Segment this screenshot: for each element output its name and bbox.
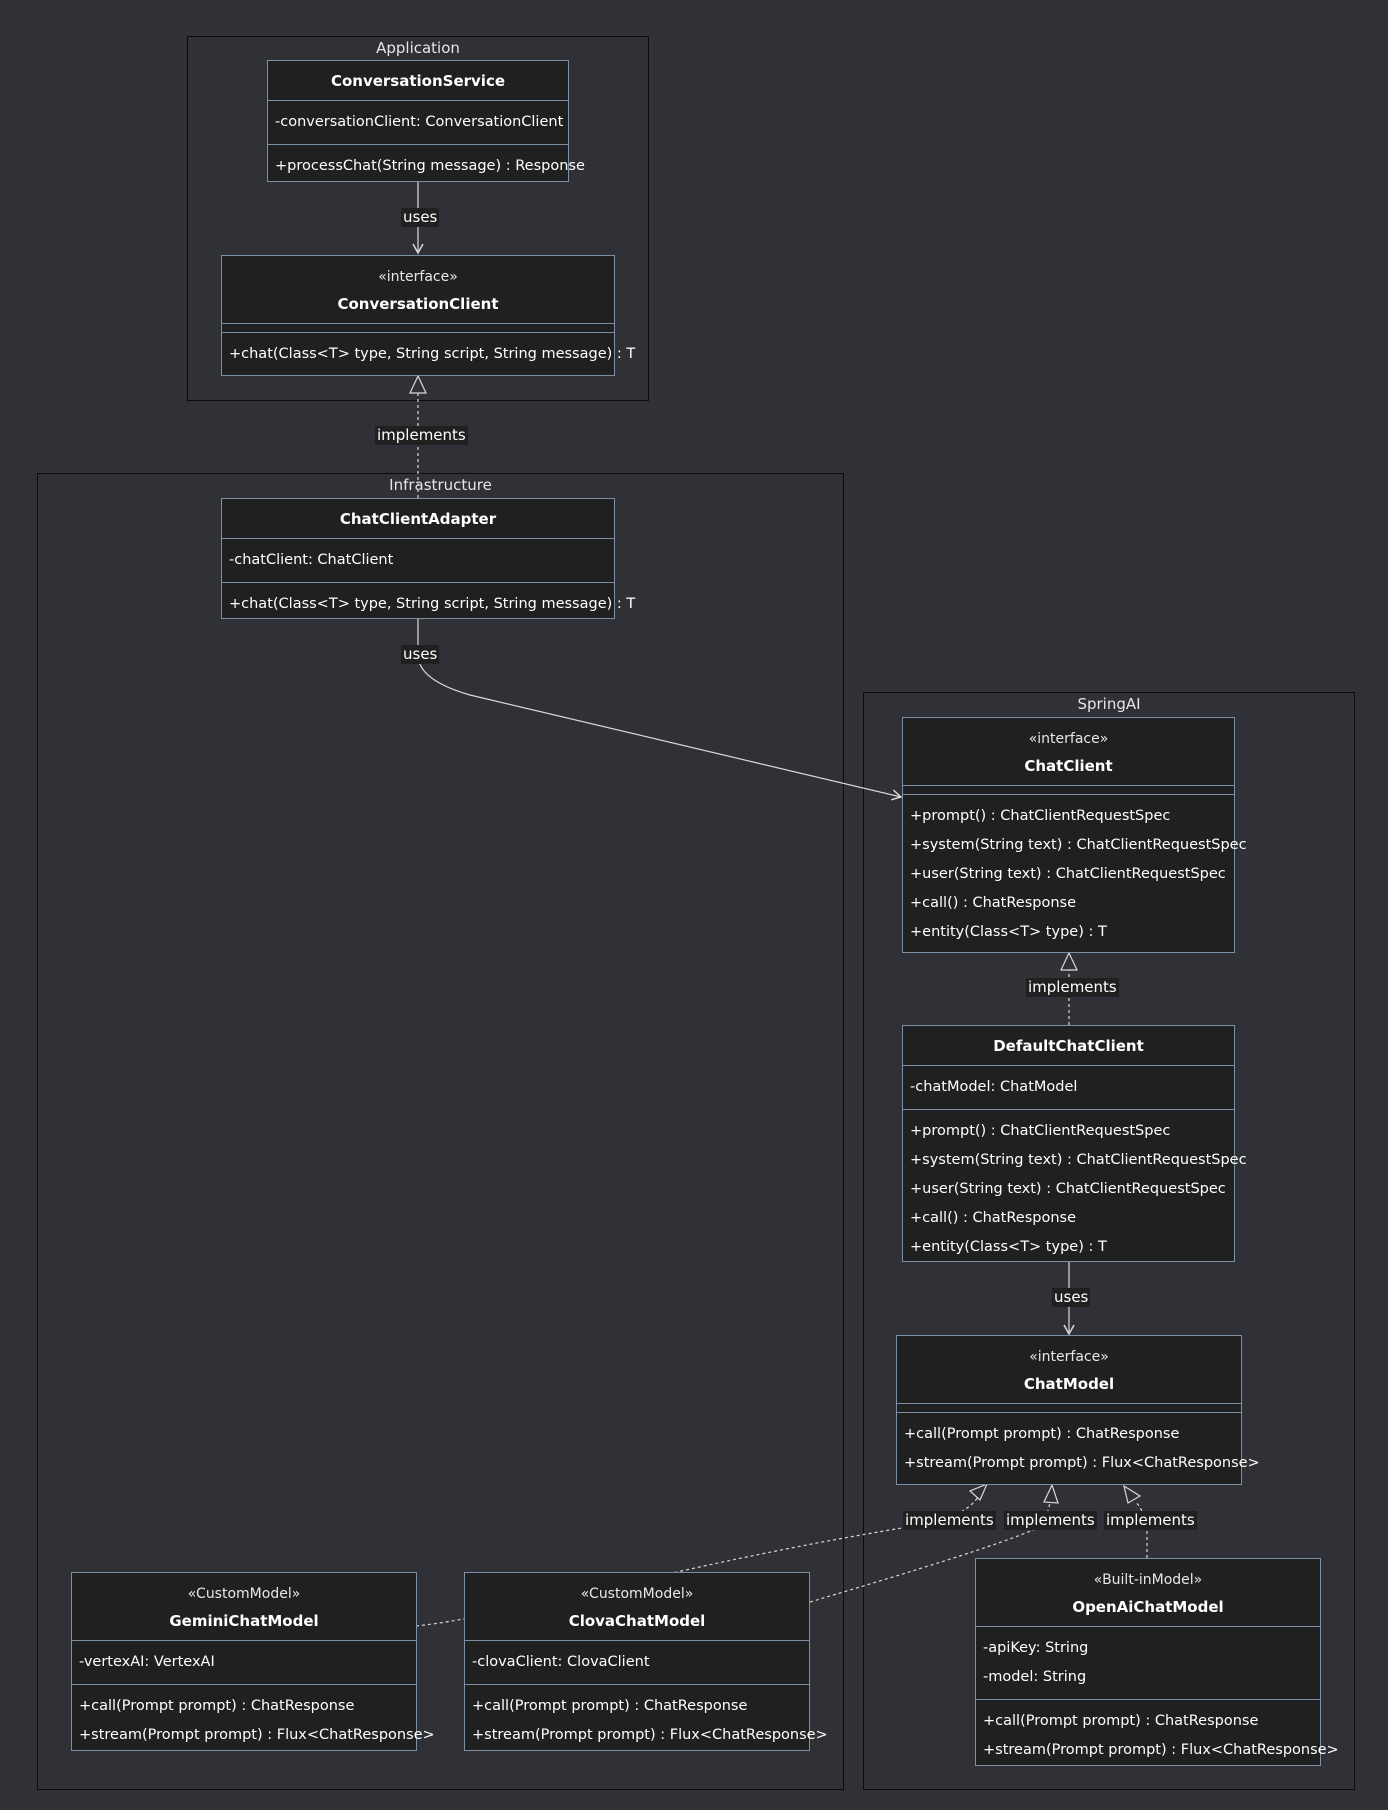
class-name: ChatClient <box>1024 757 1113 775</box>
edge-label-implements: implements <box>375 426 468 445</box>
class-method: +chat(Class<T> type, String script, Stri… <box>229 346 636 362</box>
edge-label-uses: uses <box>1052 1288 1091 1307</box>
class-name: DefaultChatClient <box>993 1037 1144 1055</box>
class-method: +prompt() : ChatClientRequestSpec <box>910 1123 1171 1139</box>
edge-label-uses: uses <box>401 645 440 664</box>
class-method: +stream(Prompt prompt) : Flux<ChatRespon… <box>79 1727 435 1743</box>
class-attribute: -model: String <box>983 1669 1087 1685</box>
class-openai-chat-model[interactable]: «Built-inModel» OpenAiChatModel -apiKey:… <box>975 1558 1339 1766</box>
class-conversation-service[interactable]: ConversationService -conversationClient:… <box>267 60 585 182</box>
class-conversation-client[interactable]: «interface» ConversationClient +chat(Cla… <box>221 255 636 376</box>
class-name: OpenAiChatModel <box>1072 1598 1224 1616</box>
class-attribute: -vertexAI: VertexAI <box>79 1654 215 1670</box>
edge-label-implements: implements <box>903 1511 996 1530</box>
class-method: +entity(Class<T> type) : T <box>910 1239 1107 1255</box>
class-method: +call() : ChatResponse <box>910 895 1077 911</box>
edge-label-implements: implements <box>1104 1511 1197 1530</box>
class-method: +user(String text) : ChatClientRequestSp… <box>910 866 1226 882</box>
class-clova-chat-model[interactable]: «CustomModel» ClovaChatModel -clovaClien… <box>464 1572 828 1751</box>
class-stereotype: «interface» <box>1029 1349 1109 1365</box>
class-attribute: -conversationClient: ConversationClient <box>275 114 564 130</box>
class-method: +stream(Prompt prompt) : Flux<ChatRespon… <box>983 1742 1339 1758</box>
class-attribute: -clovaClient: ClovaClient <box>472 1654 650 1670</box>
class-method: +stream(Prompt prompt) : Flux<ChatRespon… <box>904 1455 1260 1471</box>
realization-arrowhead <box>968 1482 989 1502</box>
class-attribute: -apiKey: String <box>983 1640 1089 1656</box>
class-chat-model[interactable]: «interface» ChatModel +call(Prompt promp… <box>896 1335 1260 1485</box>
attributes-section-empty <box>903 786 1234 795</box>
class-name: ConversationClient <box>337 295 499 313</box>
edge-adapter-uses-chatclient <box>417 619 903 801</box>
class-name: GeminiChatModel <box>169 1612 319 1630</box>
attributes-section-empty <box>897 1404 1241 1413</box>
class-name: ChatClientAdapter <box>339 510 497 528</box>
edge-label-implements: implements <box>1026 978 1119 997</box>
class-attribute: -chatModel: ChatModel <box>910 1079 1078 1095</box>
class-chat-client-adapter[interactable]: ChatClientAdapter -chatClient: ChatClien… <box>221 498 636 619</box>
class-method: +user(String text) : ChatClientRequestSp… <box>910 1181 1226 1197</box>
class-stereotype: «interface» <box>1028 731 1109 747</box>
class-method: +system(String text) : ChatClientRequest… <box>910 837 1247 853</box>
realization-arrowhead <box>1060 951 1078 971</box>
class-method: +call(Prompt prompt) : ChatResponse <box>79 1698 355 1714</box>
realization-arrowhead <box>1043 1483 1059 1504</box>
class-method: +call(Prompt prompt) : ChatResponse <box>904 1426 1180 1442</box>
realization-arrowhead <box>1123 1484 1142 1504</box>
class-name: ConversationService <box>330 72 506 90</box>
class-chat-client[interactable]: «interface» ChatClient +prompt() : ChatC… <box>902 717 1247 953</box>
class-attribute: -chatClient: ChatClient <box>229 552 394 568</box>
class-method: +system(String text) : ChatClientRequest… <box>910 1152 1247 1168</box>
class-method: +call(Prompt prompt) : ChatResponse <box>472 1698 748 1714</box>
edge-label-implements: implements <box>1004 1511 1097 1530</box>
attributes-section-empty <box>222 324 614 333</box>
class-default-chat-client[interactable]: DefaultChatClient -chatModel: ChatModel … <box>902 1025 1247 1262</box>
class-stereotype: «CustomModel» <box>580 1586 694 1602</box>
class-method: +call() : ChatResponse <box>910 1210 1077 1226</box>
class-method: +processChat(String message) : Response <box>275 158 585 174</box>
class-stereotype: «CustomModel» <box>187 1586 301 1602</box>
class-method: +call(Prompt prompt) : ChatResponse <box>983 1713 1259 1729</box>
class-gemini-chat-model[interactable]: «CustomModel» GeminiChatModel -vertexAI:… <box>71 1572 435 1751</box>
class-method: +stream(Prompt prompt) : Flux<ChatRespon… <box>472 1727 828 1743</box>
class-name: ChatModel <box>1023 1375 1115 1393</box>
class-method: +entity(Class<T> type) : T <box>910 924 1107 940</box>
class-stereotype: «Built-inModel» <box>1093 1572 1203 1588</box>
class-method: +prompt() : ChatClientRequestSpec <box>910 808 1171 824</box>
class-method: +chat(Class<T> type, String script, Stri… <box>229 596 636 612</box>
class-stereotype: «interface» <box>378 269 458 285</box>
class-name: ClovaChatModel <box>568 1612 706 1630</box>
realization-arrowhead <box>409 374 427 394</box>
edge-label-uses: uses <box>401 208 440 227</box>
